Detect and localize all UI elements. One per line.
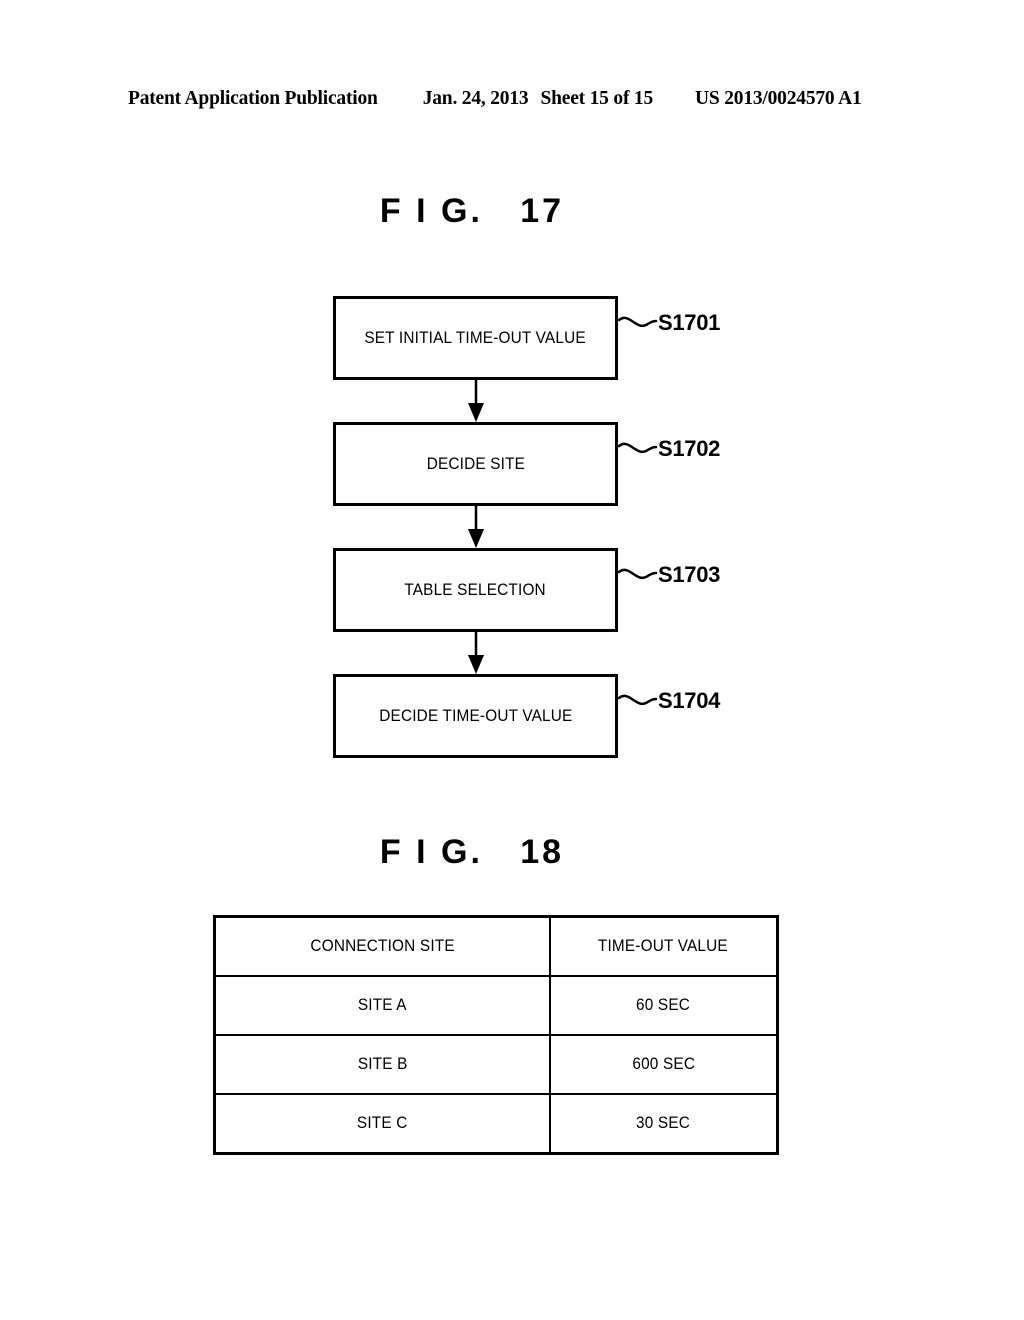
header-sheet-text: Sheet 15 of 15 [540,88,654,109]
step-reference-s1703: S1703 [658,562,721,587]
table-cell-timeout: 30 SEC [548,1093,779,1155]
table-cell-text: 30 SEC [636,1114,691,1132]
leader-line-s1702 [617,442,658,454]
flowchart-step-label: DECIDE TIME-OUT VALUE [378,706,573,725]
header-patent-number: US 2013/0024570 A1 [695,88,862,109]
table-cell-site: SITE C [213,1093,551,1155]
flowchart-step-label: DECIDE SITE [426,454,525,473]
flowchart-step-label: SET INITIAL TIME-OUT VALUE [364,328,587,347]
table-cell-timeout: 60 SEC [548,975,779,1036]
leader-line-s1703 [617,568,658,580]
header-date-text: Jan. 24, 2013 [422,88,529,109]
table-cell-text: SITE A [357,996,407,1014]
figure-17-title: F I G. 17 [379,192,565,230]
table-header-cell-timeout-value: TIME-OUT VALUE [548,915,779,977]
flow-arrow-s1703-to-s1704 [468,632,484,674]
flowchart-step-box-s1701: SET INITIAL TIME-OUT VALUE [333,296,618,380]
flowchart-step-box-s1702: DECIDE SITE [333,422,618,506]
table-cell-site: SITE A [213,975,551,1036]
leader-line-s1701 [617,316,658,328]
table-row: SITE C 30 SEC [213,1093,779,1155]
table-cell-text: SITE B [357,1055,408,1073]
flowchart-step-label: TABLE SELECTION [404,580,547,599]
flowchart-step-box-s1704: DECIDE TIME-OUT VALUE [333,674,618,758]
timeout-value-table: CONNECTION SITE TIME-OUT VALUE SITE A 60… [213,915,779,1155]
table-cell-site: SITE B [213,1034,551,1095]
flowchart-step-box-s1703: TABLE SELECTION [333,548,618,632]
table-cell-text: 600 SEC [631,1055,695,1073]
table-header-row: CONNECTION SITE TIME-OUT VALUE [213,915,779,977]
table-cell-text: 60 SEC [636,996,691,1014]
page-header: Patent Application Publication Jan. 24, … [128,86,898,112]
header-publication-text: Patent Application Publication [128,88,378,109]
table-header-text: TIME-OUT VALUE [598,937,729,955]
table-row: SITE A 60 SEC [213,975,779,1036]
step-reference-s1702: S1702 [658,436,721,461]
leader-line-s1704 [617,694,658,706]
table-cell-text: SITE C [356,1114,408,1132]
table-row: SITE B 600 SEC [213,1034,779,1095]
step-reference-s1701: S1701 [658,310,721,335]
flow-arrow-s1701-to-s1702 [468,380,484,422]
table-header-text: CONNECTION SITE [310,937,455,955]
table-cell-timeout: 600 SEC [548,1034,779,1095]
flow-arrow-s1702-to-s1703 [468,506,484,548]
step-reference-s1704: S1704 [658,688,721,713]
figure-18-title: F I G. 18 [379,833,565,871]
table-header-cell-connection-site: CONNECTION SITE [213,915,551,977]
